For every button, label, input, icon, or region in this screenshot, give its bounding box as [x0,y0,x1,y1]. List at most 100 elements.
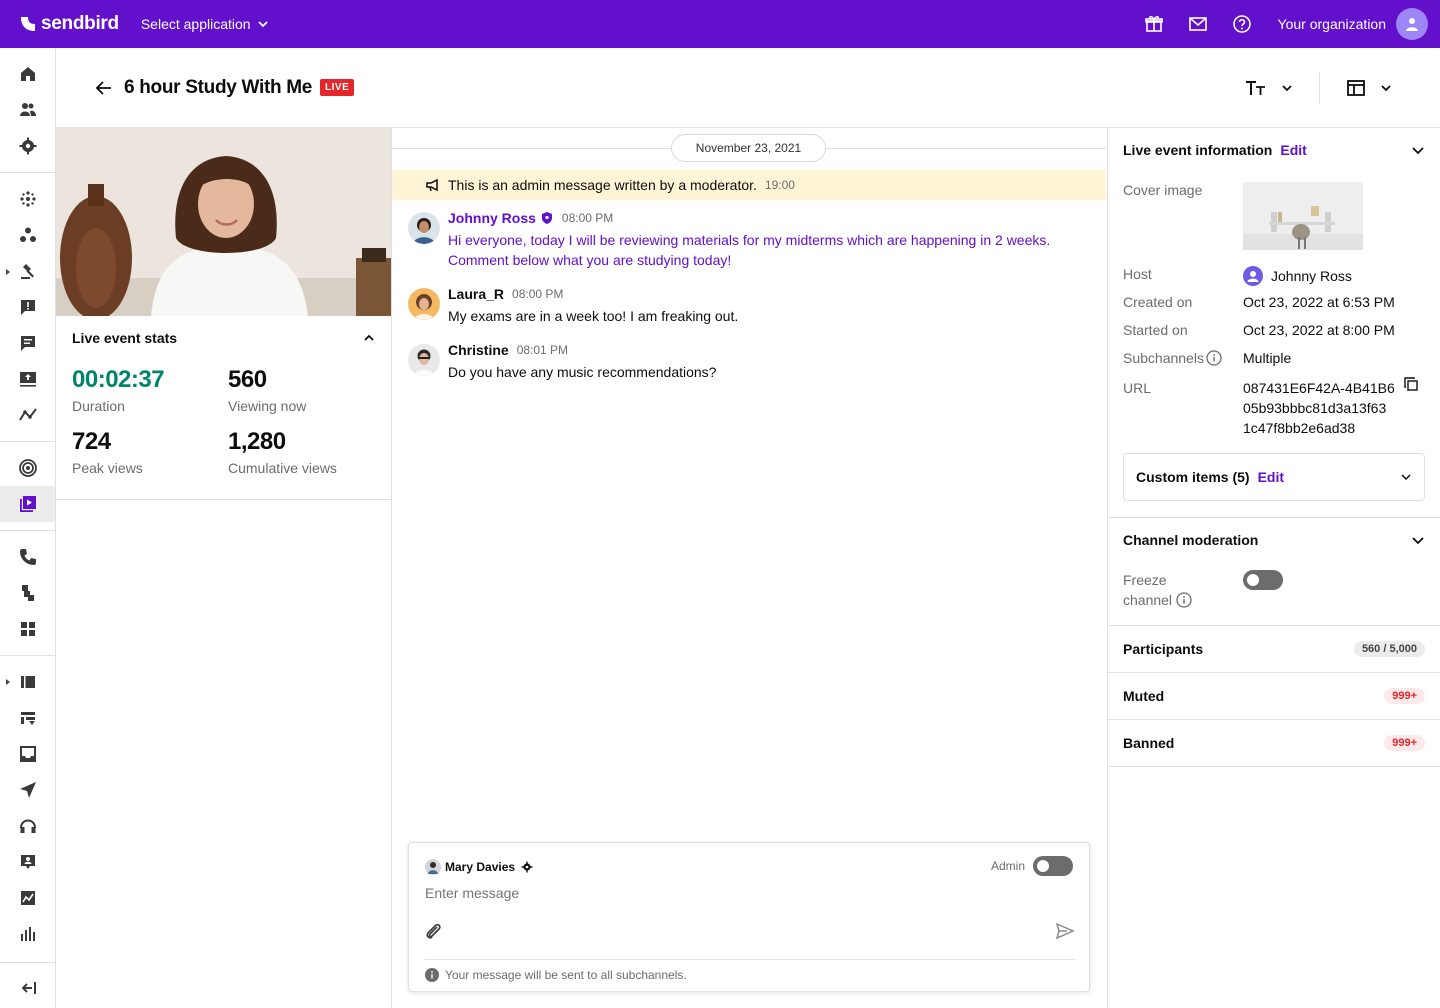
message-item[interactable]: Christine 08:01 PM Do you have any music… [408,340,716,382]
chevron-down-icon [1381,84,1391,91]
message-item[interactable]: Laura_R 08:00 PM My exams are in a week … [408,284,738,326]
host-value[interactable]: Johnny Ross [1243,266,1352,286]
sidebar-item-messages[interactable] [0,325,55,361]
muted-row[interactable]: Muted 999+ [1108,673,1440,719]
text-size-icon [1246,80,1265,95]
sidebar-item-inbox[interactable] [0,736,55,772]
paperclip-icon [426,923,441,939]
inbox-icon [19,746,36,762]
sidebar-item-agents[interactable] [0,844,55,880]
host-name: Johnny Ross [1271,268,1352,284]
sidebar-item-announcements[interactable] [0,361,55,397]
sidebar-item-groups[interactable] [0,217,55,253]
sidebar-item-moderation[interactable] [0,253,55,289]
viewing-label: Viewing now [228,398,307,414]
sidebar-item-users[interactable] [0,92,55,128]
back-button[interactable] [92,76,116,100]
sidebar-item-settings[interactable] [0,128,55,164]
avatar[interactable] [408,344,440,376]
sender-name[interactable]: Laura_R [448,286,504,302]
host-avatar-icon [1243,266,1263,286]
stats-header[interactable]: Live event stats [56,316,391,360]
sidebar-item-desk[interactable] [0,575,55,611]
edit-event-link[interactable]: Edit [1280,142,1306,158]
host-video-image [56,128,391,316]
sidebar-item-home[interactable] [0,56,55,92]
sidebar-divider [0,530,56,531]
send-icon [1055,922,1075,940]
admin-toggle[interactable] [1033,856,1073,876]
help-button[interactable] [1220,0,1264,48]
sidebar-item-chat-overview[interactable] [0,181,55,217]
participants-row[interactable]: Participants 560 / 5,000 [1108,626,1440,672]
info-icon[interactable] [1206,350,1222,366]
user-avatar[interactable] [1396,8,1428,40]
admin-message-text: This is an admin message written by a mo… [448,177,757,193]
send-button[interactable] [1055,921,1075,944]
sender-name[interactable]: Johnny Ross [448,210,536,226]
sidebar-item-reports[interactable] [0,289,55,325]
font-size-button[interactable] [1235,79,1303,97]
sidebar-item-reports-bar[interactable] [0,916,55,952]
sidebar-item-live-broadcast[interactable] [0,450,55,486]
live-video-preview[interactable] [56,128,391,316]
participants-label: Participants [1123,641,1204,657]
mail-button[interactable] [1176,0,1220,48]
chevron-down-icon[interactable] [1411,143,1425,157]
created-row: Created on Oct 23, 2022 at 6:53 PM [1123,294,1395,310]
chevron-down-icon[interactable] [1411,533,1425,547]
gift-button[interactable] [1132,0,1176,48]
collapse-arrow-icon [21,982,36,994]
sidebar-item-support[interactable] [0,808,55,844]
edit-custom-items-link[interactable]: Edit [1258,469,1284,485]
freeze-channel-toggle[interactable] [1243,570,1283,590]
copy-icon[interactable] [1403,376,1419,392]
sidebar-item-live-events[interactable] [0,486,55,522]
viewing-value: 560 [228,366,267,393]
sidebar-item-views[interactable] [0,700,55,736]
url-value: 087431E6F42A-4B41B6 05b93bbbc81d3a13f63 … [1243,378,1395,438]
group-icon [19,227,36,242]
stack-icon [21,585,34,601]
user-avatar-laura [408,288,440,320]
event-info-header: Live event information Edit [1123,142,1425,158]
admin-message: This is an admin message written by a mo… [392,170,1106,200]
send-icon [19,782,36,798]
freeze-label-text: channel [1123,592,1173,608]
view-list-icon [20,712,35,725]
cover-thumbnail-image [1243,182,1363,250]
sidebar-item-trends[interactable] [0,880,55,916]
info-icon[interactable] [1176,592,1192,608]
muted-count: 999+ [1384,688,1425,704]
avatar[interactable] [408,212,440,244]
section-divider [1108,766,1440,767]
peak-label: Peak views [72,460,143,476]
chevron-down-icon[interactable] [1400,471,1412,483]
app-select-dropdown[interactable]: Select application [141,16,269,32]
sidebar-item-analytics[interactable] [0,397,55,433]
sendbird-logo[interactable]: sendbird [18,13,119,35]
chat-panel: November 23, 2021 This is an admin messa… [392,128,1107,1008]
sidebar-item-apps[interactable] [0,611,55,647]
custom-items-box[interactable]: Custom items (5) Edit [1123,453,1425,501]
muted-label: Muted [1123,688,1165,704]
banned-row[interactable]: Banned 999+ [1108,720,1440,766]
message-item[interactable]: Johnny Ross 08:00 PM Hi everyone, today … [408,208,1050,270]
sender-name[interactable]: Christine [448,342,509,358]
cover-image-thumbnail[interactable] [1243,182,1363,250]
sidebar-item-send[interactable] [0,772,55,808]
organization-name[interactable]: Your organization [1278,16,1386,32]
sidebar-item-calls[interactable] [0,539,55,575]
chevron-down-icon [257,21,268,28]
mini-avatar [425,859,441,875]
chevron-up-icon[interactable] [363,332,375,344]
attach-button[interactable] [423,921,445,946]
avatar[interactable] [408,288,440,320]
message-time: 08:00 PM [561,211,614,225]
message-input[interactable] [425,885,1065,901]
url-line: 1c47f8bb2e6ad38 [1243,420,1356,436]
layout-button[interactable] [1336,79,1402,97]
sidebar-item-tickets[interactable] [0,664,55,700]
sidebar-collapse-button[interactable] [0,970,55,1006]
event-stats-panel: Live event stats 00:02:37 Duration 560 V… [56,128,392,1008]
